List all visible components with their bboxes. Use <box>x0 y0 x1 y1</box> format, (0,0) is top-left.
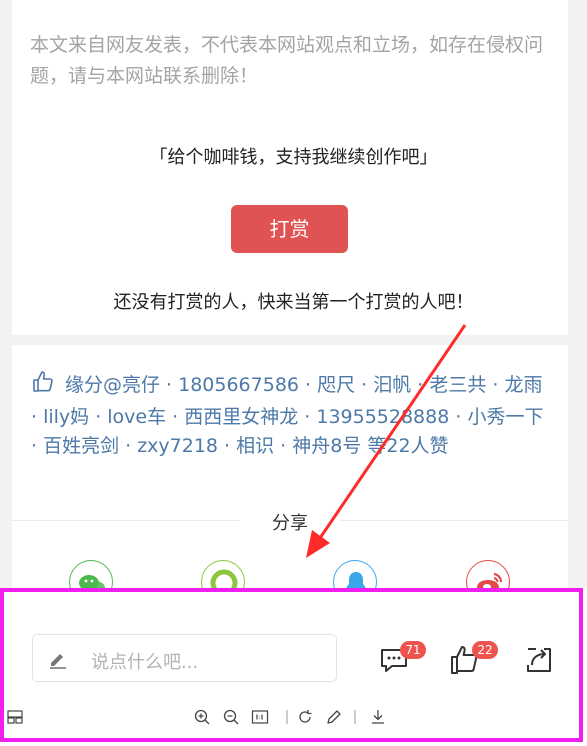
thumbs-up-outline-icon[interactable] <box>31 370 55 403</box>
like-button[interactable]: 22 <box>448 641 498 677</box>
zoom-in-icon[interactable] <box>193 708 211 726</box>
toolbar-separator <box>354 710 356 724</box>
comment-input[interactable]: 说点什么吧... <box>32 634 337 682</box>
tip-slogan: 「给个咖啡钱，支持我继续创作吧」 <box>149 147 438 168</box>
layout-icon[interactable] <box>6 708 24 726</box>
like-count-badge: 22 <box>472 641 498 659</box>
comments-button[interactable]: 71 <box>378 641 426 677</box>
rotate-icon[interactable] <box>296 708 314 726</box>
edit-icon[interactable] <box>325 708 343 726</box>
share-title: 分享 <box>240 509 340 535</box>
zoom-out-icon[interactable] <box>222 708 240 726</box>
actual-size-icon[interactable] <box>251 708 269 726</box>
download-icon[interactable] <box>369 708 387 726</box>
copyright-notice: 本文来自网友发表，不代表本网站观点和立场，如存在侵权问题，请与本网站联系删除！ <box>30 34 544 87</box>
no-tips-text: 还没有打赏的人，快来当第一个打赏的人吧！ <box>113 292 474 313</box>
toolbar-separator <box>286 710 288 724</box>
viewer-toolbar <box>0 700 587 734</box>
share-button[interactable] <box>522 643 556 677</box>
share-icon <box>527 648 551 672</box>
comment-placeholder: 说点什么吧... <box>91 652 199 673</box>
tip-button[interactable]: 打赏 <box>231 205 348 253</box>
comment-count-badge: 71 <box>400 641 426 659</box>
likes-text: 缘分@亮仔 · 1805667586 · 咫尺 · 汩帆 · 老三共 · 龙雨 … <box>31 374 544 457</box>
pencil-icon <box>47 648 69 674</box>
likes-list: 缘分@亮仔 · 1805667586 · 咫尺 · 汩帆 · 老三共 · 龙雨 … <box>31 370 553 461</box>
